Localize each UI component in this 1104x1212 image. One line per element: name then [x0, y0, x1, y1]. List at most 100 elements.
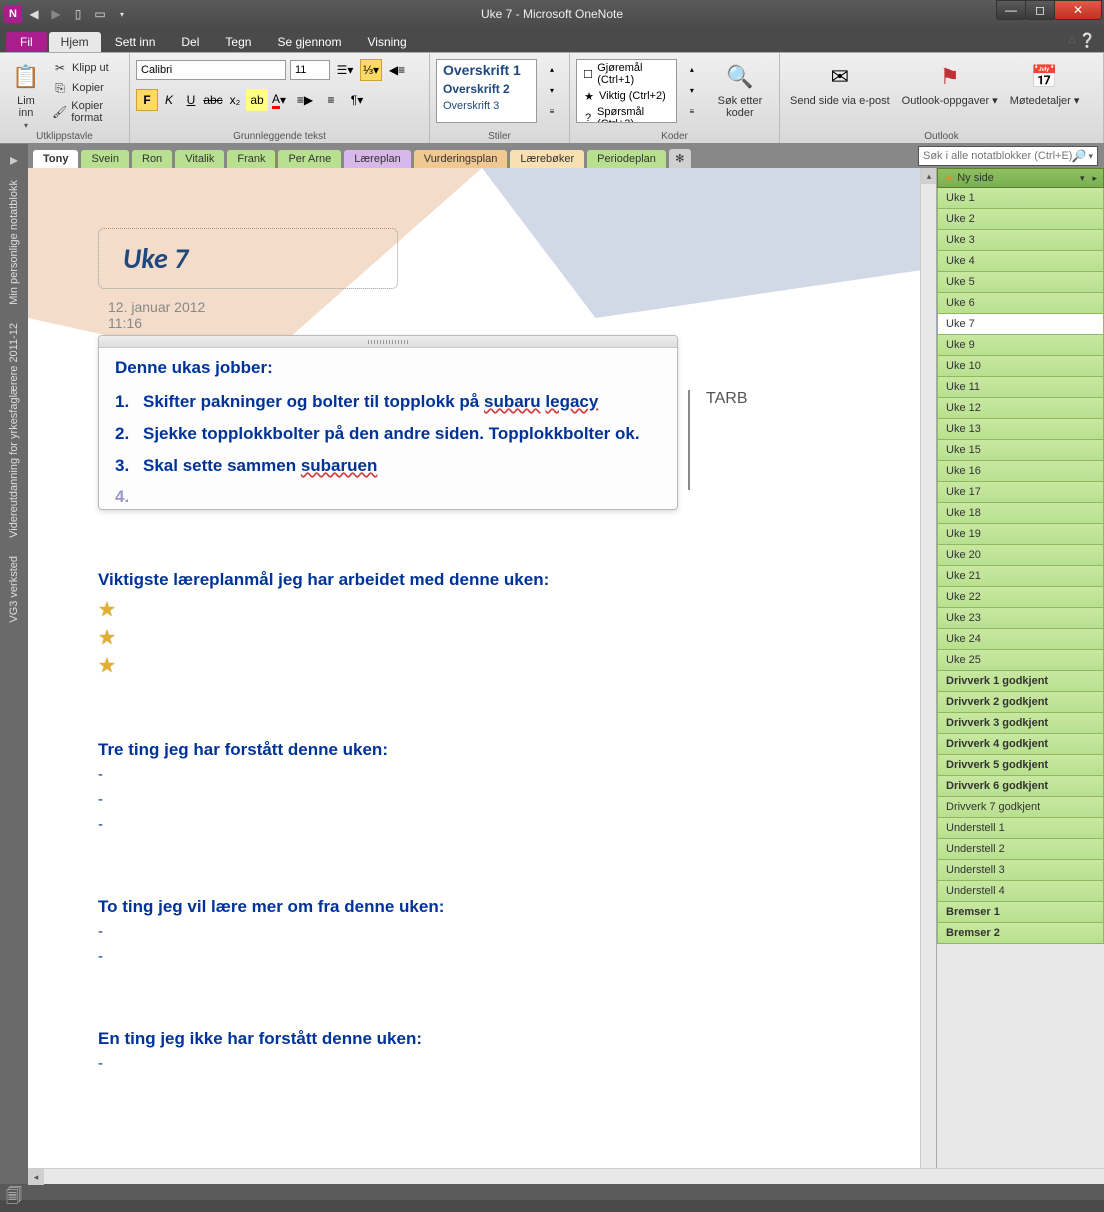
section-heading[interactable]: Viktigste læreplanmål jeg har arbeidet m… [98, 570, 866, 590]
styles-gallery[interactable]: Overskrift 1 Overskrift 2 Overskrift 3 [436, 59, 537, 123]
styles-more-button[interactable]: ≡ [541, 101, 563, 122]
scroll-up-icon[interactable]: ▴ [921, 168, 936, 184]
notebook-rail-item[interactable]: Min personlige notatblokk [6, 172, 22, 313]
minimize-button[interactable]: — [996, 0, 1026, 20]
list-item[interactable]: - [98, 762, 866, 787]
underline-button[interactable]: U [180, 89, 202, 111]
tags-down-button[interactable]: ▾ [681, 80, 703, 101]
font-name-select[interactable] [136, 60, 286, 80]
notebook-rail-item[interactable]: Videreutdanning for yrkesfaglærere 2011-… [6, 315, 22, 546]
tag-item[interactable]: ★Viktig (Ctrl+2) [577, 88, 676, 104]
page-list-item[interactable]: Understell 1 [937, 818, 1104, 839]
notebook-rail-item[interactable]: VG3 verksted [6, 548, 22, 631]
page-list-item[interactable]: Uke 13 [937, 419, 1104, 440]
cut-button[interactable]: ✂Klipp ut [50, 59, 123, 77]
bullets-button[interactable]: ☰▾ [334, 59, 356, 81]
font-color-button[interactable]: A▾ [268, 89, 290, 111]
search-icon[interactable]: 🔎 [1072, 149, 1087, 163]
section-heading[interactable]: Tre ting jeg har forstått denne uken: [98, 740, 866, 760]
jobs-list[interactable]: 1.Skifter pakninger og bolter til topplo… [115, 386, 661, 489]
style-heading3[interactable]: Overskrift 3 [437, 98, 536, 114]
qat-back-button[interactable]: ◀ [24, 4, 44, 24]
tags-gallery[interactable]: ☐Gjøremål (Ctrl+1)★Viktig (Ctrl+2)?Spørs… [576, 59, 677, 123]
outdent-button[interactable]: ◀≡ [386, 59, 408, 81]
page-list-item[interactable]: Drivverk 7 godkjent [937, 797, 1104, 818]
list-item[interactable]: - [98, 1051, 866, 1076]
page-time[interactable]: 11:16 [108, 315, 866, 331]
page-list-item[interactable]: Drivverk 3 godkjent [937, 713, 1104, 734]
italic-button[interactable]: K [158, 89, 180, 111]
page-list-item[interactable]: Uke 10 [937, 356, 1104, 377]
maximize-button[interactable]: ◻ [1025, 0, 1055, 20]
section-tab-periodeplan[interactable]: Periodeplan [586, 149, 667, 168]
strikethrough-button[interactable]: abc [202, 89, 224, 111]
list-item[interactable]: 1.Skifter pakninger og bolter til topplo… [115, 386, 661, 418]
section-tab-ron[interactable]: Ron [131, 149, 173, 168]
search-dropdown-icon[interactable]: ▾ [1088, 151, 1093, 162]
font-size-select[interactable] [290, 60, 330, 80]
page-list-item[interactable]: Uke 18 [937, 503, 1104, 524]
page-list-item[interactable]: Uke 24 [937, 629, 1104, 650]
email-page-button[interactable]: ✉ Send side via e-post [786, 59, 894, 109]
page-list-item[interactable]: Uke 9 [937, 335, 1104, 356]
page-list-expand-icon[interactable]: ▸ [1092, 173, 1097, 184]
align-button[interactable]: ≡ [320, 89, 342, 111]
subscript-button[interactable]: x₂ [224, 89, 246, 111]
paragraph-button[interactable]: ¶▾ [346, 89, 368, 111]
page-list-item[interactable]: Drivverk 5 godkjent [937, 755, 1104, 776]
vertical-scrollbar[interactable]: ▴ [920, 168, 936, 1168]
list-item[interactable]: 4. [115, 481, 661, 489]
list-item[interactable]: - [98, 919, 866, 944]
tag-item[interactable]: ?Spørsmål (Ctrl+3) [577, 104, 676, 123]
tags-more-button[interactable]: ≡ [681, 101, 703, 122]
section-tab-læreplan[interactable]: Læreplan [343, 149, 411, 168]
page-list-item[interactable]: Drivverk 4 godkjent [937, 734, 1104, 755]
close-button[interactable]: ✕ [1054, 0, 1102, 20]
section-tab-vurderingsplan[interactable]: Vurderingsplan [413, 149, 509, 168]
star-icon[interactable]: ★ [98, 596, 866, 624]
section-tab-per-arne[interactable]: Per Arne [277, 149, 342, 168]
page-title-container[interactable]: Uke 7 [98, 228, 398, 289]
bold-button[interactable]: F [136, 89, 158, 111]
side-annotation-text[interactable]: TARB [706, 390, 747, 408]
list-item[interactable]: - [98, 812, 866, 837]
page-list-item[interactable]: Uke 5 [937, 272, 1104, 293]
section-tab-tony[interactable]: Tony [32, 149, 79, 168]
page-list-item[interactable]: Understell 3 [937, 860, 1104, 881]
page-date[interactable]: 12. januar 2012 [108, 299, 866, 315]
page-list-item[interactable]: Uke 7 [937, 314, 1104, 335]
page-list-item[interactable]: Drivverk 6 godkjent [937, 776, 1104, 797]
qat-dropdown[interactable]: ▾ [112, 4, 132, 24]
section-heading[interactable]: To ting jeg vil lære mer om fra denne uk… [98, 897, 866, 917]
jobs-heading[interactable]: Denne ukas jobber: [115, 358, 661, 378]
scroll-left-icon[interactable]: ◂ [28, 1169, 44, 1185]
ribbon-tab-del[interactable]: Del [169, 32, 211, 52]
style-heading1[interactable]: Overskrift 1 [437, 60, 536, 80]
section-tab-svein[interactable]: Svein [80, 149, 130, 168]
ribbon-tab-hjem[interactable]: Hjem [49, 32, 101, 52]
page-list-item[interactable]: Uke 17 [937, 482, 1104, 503]
minimize-ribbon-icon[interactable]: △ [1068, 34, 1076, 45]
page-list-item[interactable]: Uke 4 [937, 251, 1104, 272]
new-page-button[interactable]: ✦ Ny side ▾ ▸ [937, 168, 1104, 188]
style-heading2[interactable]: Overskrift 2 [437, 80, 536, 98]
numbering-button[interactable]: ⅓▾ [360, 59, 382, 81]
find-tags-button[interactable]: 🔍 Søk etter koder [707, 59, 773, 121]
horizontal-scrollbar[interactable]: ◂ [28, 1168, 1104, 1184]
page-list-item[interactable]: Uke 19 [937, 524, 1104, 545]
list-item[interactable]: - [98, 787, 866, 812]
list-item[interactable]: 3.Skal sette sammen subaruen [115, 450, 661, 482]
section-tab-lærebøker[interactable]: Lærebøker [509, 149, 585, 168]
page-list-item[interactable]: Uke 20 [937, 545, 1104, 566]
section-tab-vitalik[interactable]: Vitalik [174, 149, 225, 168]
page-list-item[interactable]: Uke 21 [937, 566, 1104, 587]
format-painter-button[interactable]: 🖌Kopier format [50, 99, 123, 125]
styles-down-button[interactable]: ▾ [541, 80, 563, 101]
page-list-item[interactable]: Uke 15 [937, 440, 1104, 461]
star-icon[interactable]: ★ [98, 624, 866, 652]
qat-fullpage-button[interactable]: ▭ [90, 4, 110, 24]
ribbon-tab-visning[interactable]: Visning [355, 32, 418, 52]
page-list-item[interactable]: Bremser 2 [937, 923, 1104, 944]
qat-forward-button[interactable]: ▶ [46, 4, 66, 24]
page-title[interactable]: Uke 7 [123, 241, 373, 276]
